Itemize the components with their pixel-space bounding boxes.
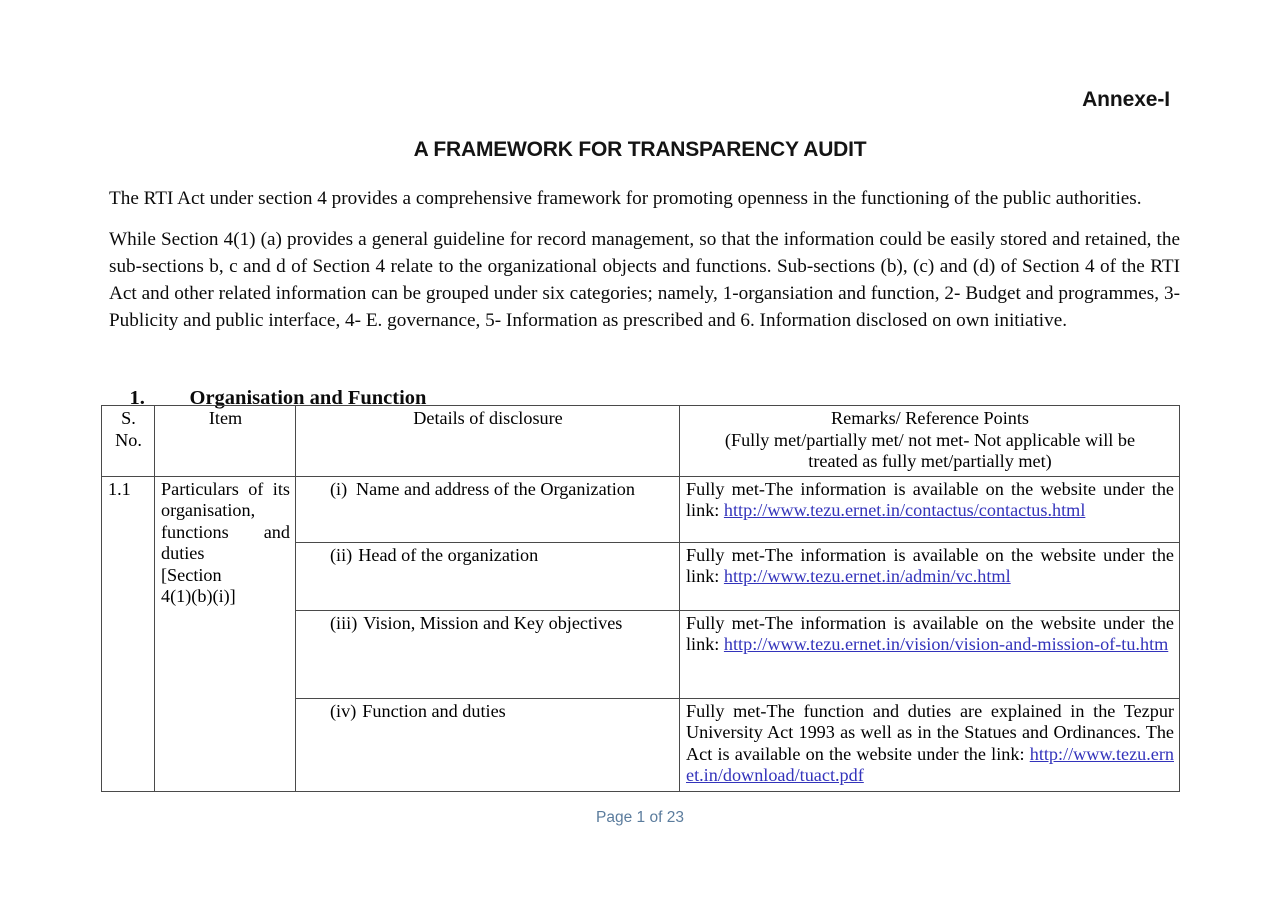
detail-label: Function and duties [362, 700, 506, 721]
remark-text: Fully met-The information is available o… [686, 545, 1174, 588]
column-header-sno-line1: S. [121, 408, 136, 428]
cell-remarks: Fully met-The information is available o… [679, 475, 1180, 543]
remark-text: Fully met-The information is available o… [686, 479, 1174, 522]
remark-link[interactable]: http://www.tezu.ernet.in/admin/vc.html [724, 566, 1011, 586]
transparency-audit-table: S. No. Item Details of disclosure Remark… [101, 405, 1180, 792]
detail-roman-numeral: (iii) [330, 612, 358, 633]
remark-text: Fully met-The information is available o… [686, 613, 1174, 656]
table-header: S. No. Item Details of disclosure Remark… [101, 405, 1180, 477]
intro-paragraph-1: The RTI Act under section 4 provides a c… [109, 188, 1142, 209]
detail-entry: (iv) Function and duties [302, 701, 674, 723]
cell-remarks: Fully met-The information is available o… [679, 609, 1180, 699]
cell-details: (iv) Function and duties [295, 697, 680, 792]
detail-roman-numeral: (i) [330, 478, 348, 499]
cell-details: (iii) Vision, Mission and Key objectives [295, 609, 680, 699]
table-body: 1.1 Particulars of its organisation, fun… [101, 475, 1180, 792]
cell-details: (i) Name and address of the Organization [295, 475, 680, 543]
cell-sno: 1.1 [101, 475, 155, 792]
column-header-details: Details of disclosure [295, 405, 680, 477]
table-header-row: S. No. Item Details of disclosure Remark… [101, 405, 1180, 477]
detail-roman-numeral: (iv) [330, 700, 357, 721]
cell-remarks: Fully met-The function and duties are ex… [679, 697, 1180, 792]
column-header-remarks-line3: treated as fully met/partially met) [808, 451, 1052, 471]
transparency-audit-table-wrapper: S. No. Item Details of disclosure Remark… [101, 405, 1180, 792]
detail-entry: (iii) Vision, Mission and Key objectives [302, 613, 674, 635]
cell-item-line3: [Section [161, 564, 222, 585]
cell-item: Particulars of its organisation, functio… [154, 475, 296, 792]
page-footer: Page 1 of 23 [596, 809, 684, 826]
detail-entry: (ii) Head of the organization [302, 545, 674, 567]
cell-details: (ii) Head of the organization [295, 541, 680, 611]
column-header-item: Item [154, 405, 296, 477]
remark-link[interactable]: http://www.tezu.ernet.in/contactus/conta… [724, 500, 1085, 520]
detail-label: Name and address of the Organization [356, 478, 635, 499]
cell-item-line4: 4(1)(b)(i)] [161, 586, 236, 606]
detail-label: Vision, Mission and Key objectives [363, 612, 623, 633]
detail-roman-numeral: (ii) [330, 544, 353, 565]
column-header-remarks: Remarks/ Reference Points (Fully met/par… [679, 405, 1180, 477]
column-header-remarks-line1: Remarks/ Reference Points [831, 408, 1029, 428]
column-header-sno: S. No. [101, 405, 155, 477]
annexe-label: Annexe-I [1082, 88, 1170, 111]
cell-remarks: Fully met-The information is available o… [679, 541, 1180, 611]
column-header-sno-line2: No. [115, 429, 142, 450]
table-row: 1.1 Particulars of its organisation, fun… [101, 475, 1180, 792]
remark-link[interactable]: http://www.tezu.ernet.in/vision/vision-a… [724, 634, 1168, 654]
remark-text: Fully met-The function and duties are ex… [686, 701, 1174, 787]
detail-label: Head of the organization [358, 544, 539, 565]
document-page: Annexe-I A FRAMEWORK FOR TRANSPARENCY AU… [0, 0, 1280, 904]
cell-item-line2: functions and duties [161, 521, 290, 564]
detail-entry: (i) Name and address of the Organization [302, 479, 674, 501]
document-title: A FRAMEWORK FOR TRANSPARENCY AUDIT [413, 138, 867, 161]
intro-paragraph-2: While Section 4(1) (a) provides a genera… [109, 229, 1180, 331]
column-header-remarks-line2: (Fully met/partially met/ not met- Not a… [724, 429, 1136, 450]
cell-item-line1: Particulars of its organisation, [161, 478, 290, 521]
